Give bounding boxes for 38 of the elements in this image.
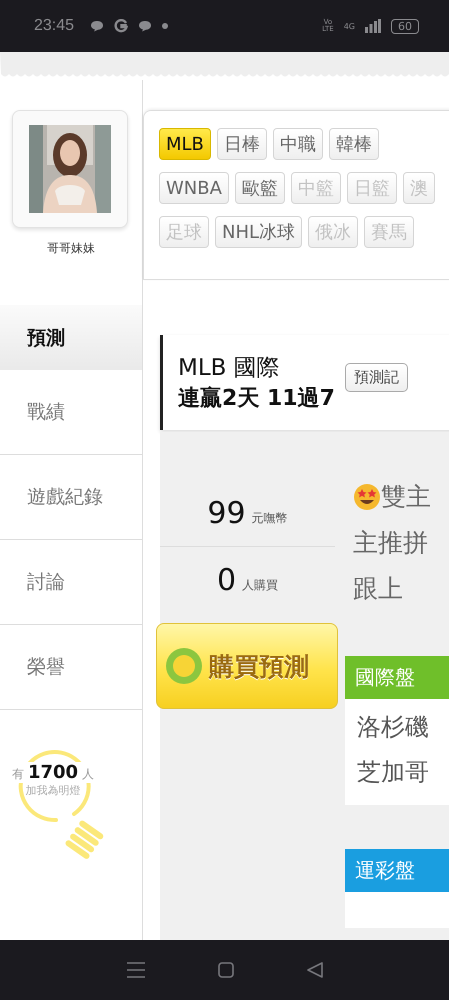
sport-tag[interactable]: 韓棒 [328,128,379,160]
record-button[interactable]: 預測記 [344,363,408,392]
team-name: 洛杉磯 [357,712,430,743]
signal-icon [365,19,381,33]
team-name: 芝加哥 [357,757,430,788]
sport-tag[interactable]: WNBA [159,172,229,204]
sport-tag[interactable]: 中職 [272,128,323,160]
sidebar-item[interactable]: 預測 [0,305,142,370]
sport-tag[interactable]: 日棒 [216,128,267,160]
sport-tag[interactable]: MLB [159,128,211,160]
sport-tag[interactable]: 歐籃 [234,172,285,204]
buyer-unit: 人購買 [242,576,278,594]
price-unit: 元嘸幣 [252,510,288,526]
back-icon[interactable] [306,962,322,978]
section-header: 國際盤 [345,656,449,699]
home-icon[interactable] [218,962,234,978]
star-eyes-emoji-icon [353,483,381,511]
dot-icon [162,23,168,29]
g-logo-icon [114,19,128,33]
menu-icon[interactable] [126,962,144,978]
clock: 23:45 [34,17,74,35]
fan-count: 有 1700 人 [10,762,96,783]
sport-tag[interactable]: NHL冰球 [215,216,302,248]
price-value: 99 [207,496,246,530]
chat-icon [138,20,152,32]
buy-button[interactable]: 購買預測 [156,623,338,709]
prediction-description: 雙主 主推拼 跟上 [352,481,432,605]
chat-icon [90,20,104,32]
fan-caption: 加我為明燈 [26,783,80,798]
section-header: 運彩盤 [345,849,449,892]
user-name: 哥哥妹妹 [46,240,96,257]
network-label: 4G [344,22,355,30]
battery-level: 60 [391,18,419,34]
buyer-count: 0 [216,562,236,598]
avatar-frame[interactable] [12,110,128,228]
coin-icon [165,647,203,685]
league-title: MLB 國際 [178,354,281,383]
streak-text: 連贏2天 11過7 [178,385,335,413]
